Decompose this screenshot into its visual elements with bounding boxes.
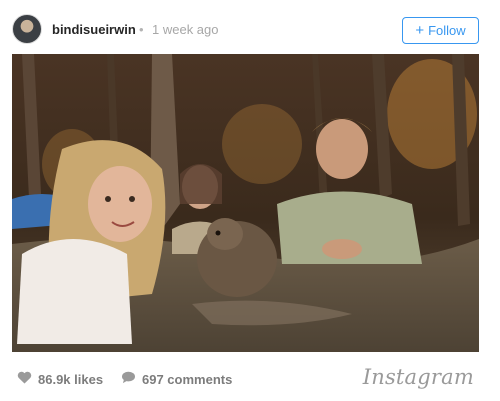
post-timestamp[interactable]: 1 week ago xyxy=(152,22,219,37)
post-header: bindisueirwin • 1 week ago + Follow xyxy=(0,0,500,54)
separator-dot: • xyxy=(139,22,144,37)
avatar[interactable] xyxy=(12,14,42,44)
heart-icon xyxy=(17,371,32,387)
photo-illustration xyxy=(12,54,479,352)
speech-bubble-icon xyxy=(121,371,136,387)
likes-count[interactable]: 86.9k likes xyxy=(17,371,103,387)
post-photo[interactable] xyxy=(12,54,479,352)
comments-label: 697 comments xyxy=(142,371,233,387)
plus-icon: + xyxy=(415,22,425,39)
follow-button[interactable]: + Follow xyxy=(402,17,479,44)
follow-label: Follow xyxy=(428,23,466,38)
comments-count[interactable]: 697 comments xyxy=(121,371,232,387)
instagram-logo[interactable]: Instagram xyxy=(363,365,474,389)
likes-label: 86.9k likes xyxy=(38,371,104,387)
post-footer: 86.9k likes 697 comments Instagram xyxy=(0,352,500,401)
username-link[interactable]: bindisueirwin xyxy=(52,22,136,37)
